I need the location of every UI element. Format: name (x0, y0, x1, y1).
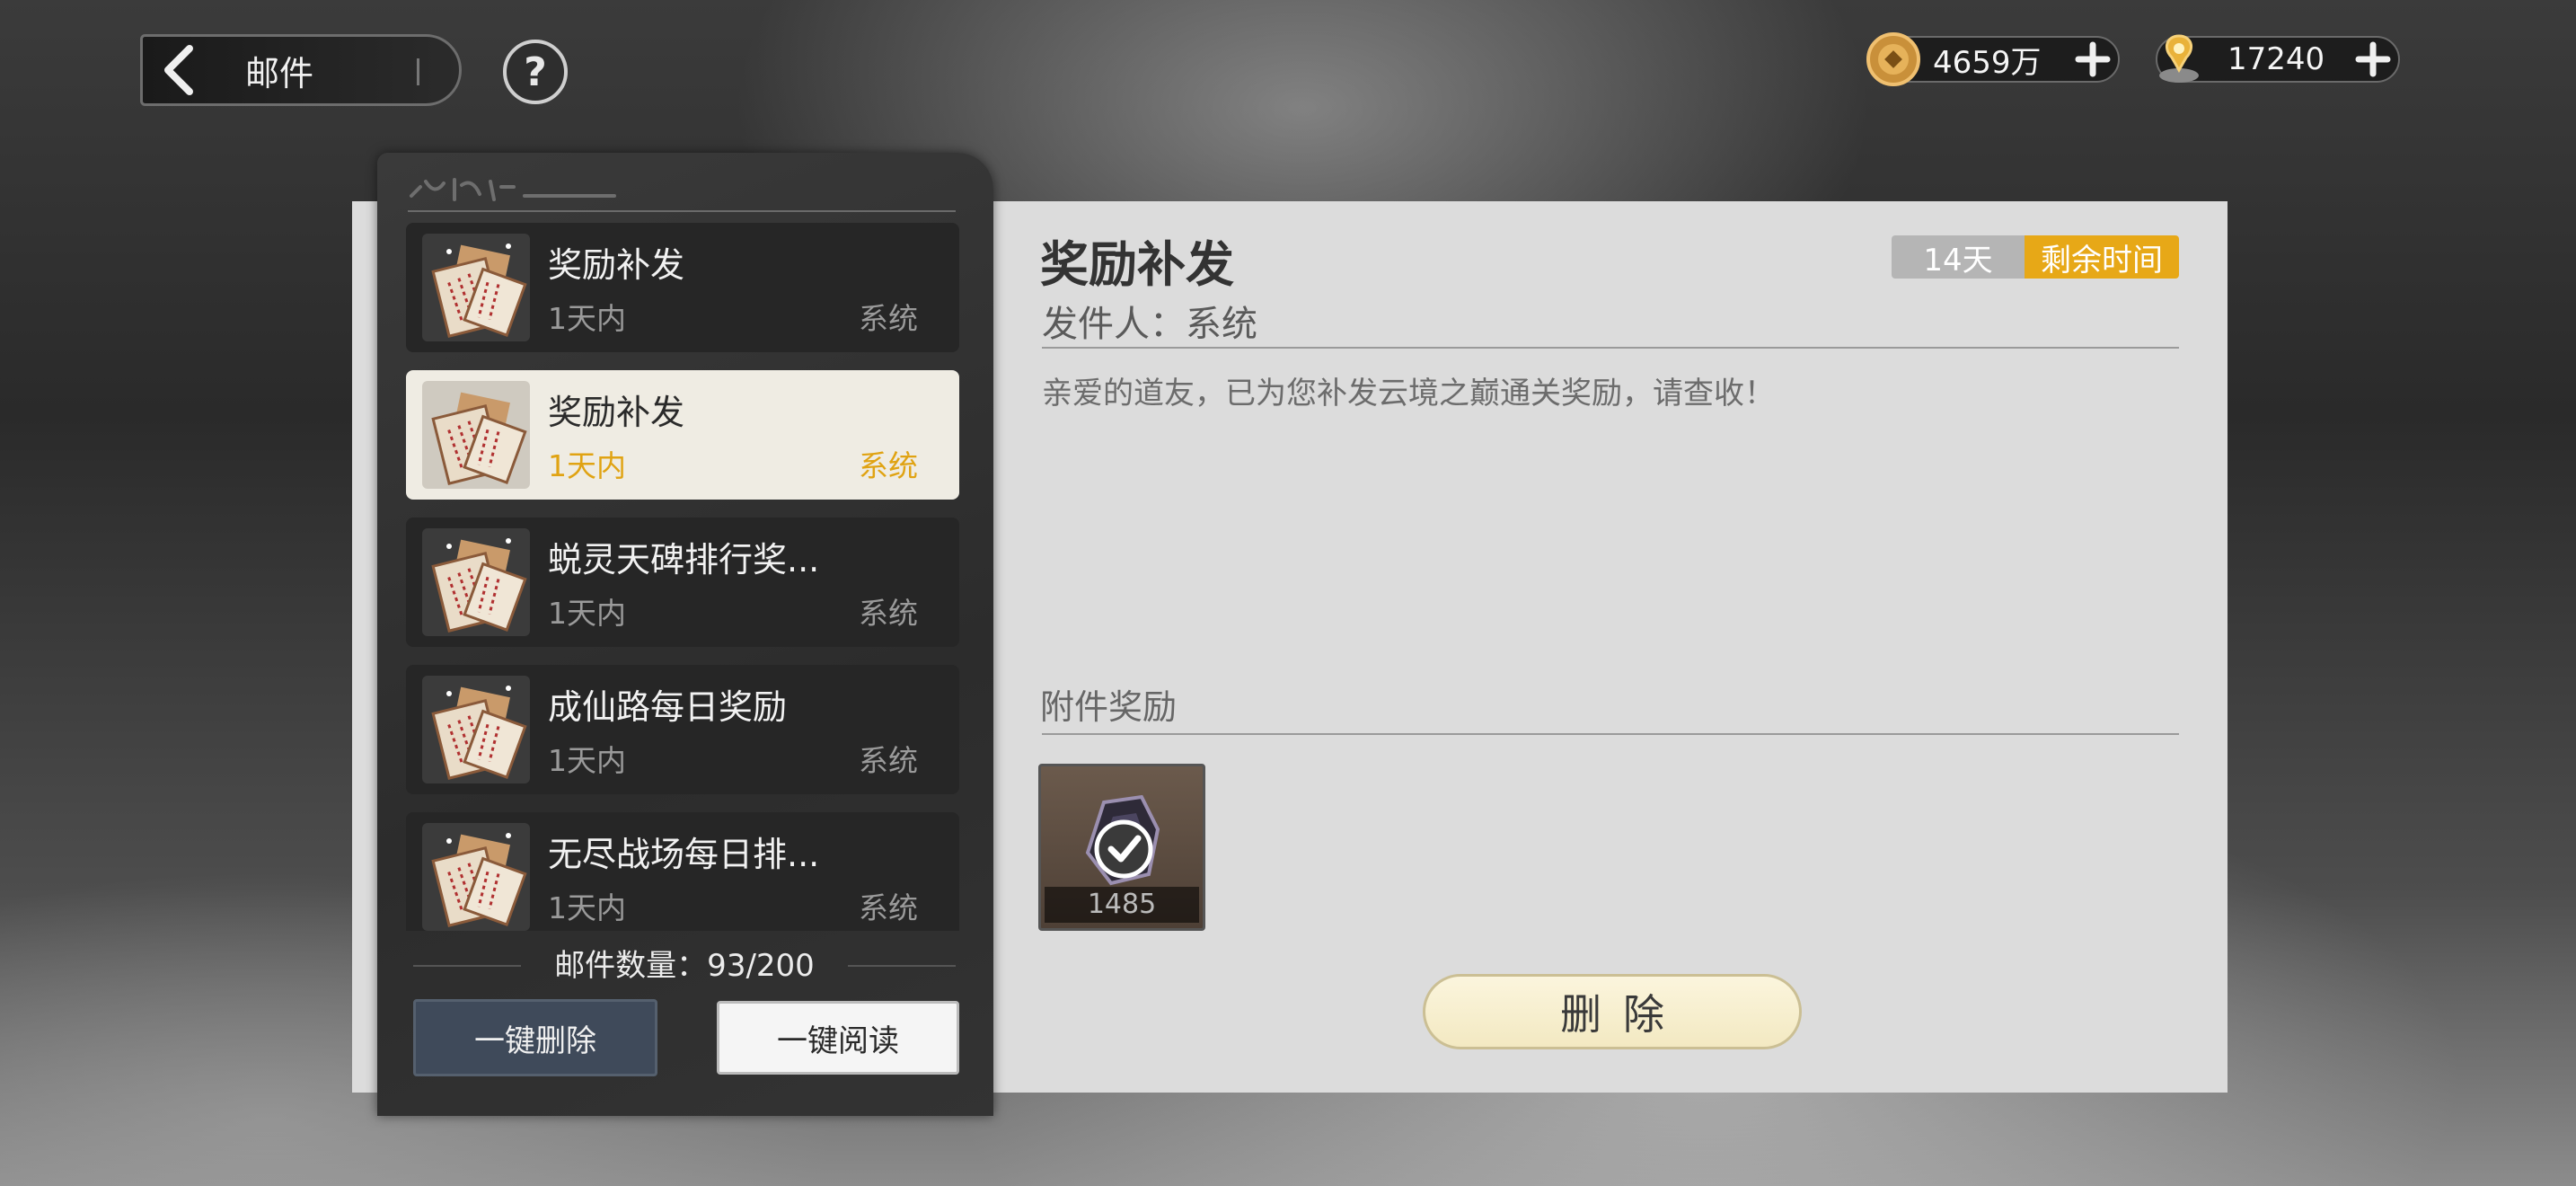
mail-detail-sender: 发件人：系统 (1042, 304, 1257, 345)
divider (1042, 347, 2179, 349)
mail-time: 1天内 (548, 890, 626, 925)
mail-letter-icon (422, 381, 530, 489)
add-spirit-stone-button[interactable] (2353, 40, 2393, 79)
mail-item-selected[interactable]: 奖励补发 1天内 系统 (406, 370, 959, 500)
attachment-item[interactable]: 1485 (1038, 764, 1205, 931)
mail-time: 1天内 (548, 448, 626, 483)
mail-count: 邮件数量：93/200 (413, 943, 956, 988)
read-all-button[interactable]: 一键阅读 (717, 1001, 959, 1075)
mail-sender: 系统 (859, 890, 918, 925)
expire-label: 剩余时间 (2025, 235, 2179, 279)
delete-all-button[interactable]: 一键删除 (413, 999, 657, 1076)
mail-count-text: 邮件数量：93/200 (554, 948, 815, 984)
question-mark-icon: ? (524, 49, 547, 95)
mail-item[interactable]: 无尽战场每日排... 1天内 系统 (406, 812, 959, 931)
mail-title: 蜕灵天碑排行奖... (548, 540, 820, 580)
attachments-title: 附件奖励 (1040, 687, 1178, 727)
mail-letter-icon (422, 676, 530, 783)
mail-letter-icon (422, 528, 530, 636)
back-button[interactable]: 邮件 (140, 34, 462, 106)
help-button[interactable]: ? (503, 40, 568, 104)
mail-sender: 系统 (859, 301, 918, 336)
expire-days: 14天 (1892, 235, 2025, 279)
expire-badge: 14天 剩余时间 (1892, 235, 2179, 279)
spirit-stone-icon (2150, 31, 2208, 88)
mail-title: 无尽战场每日排... (548, 835, 820, 874)
mail-item[interactable]: 蜕灵天碑排行奖... 1天内 系统 (406, 518, 959, 647)
page-title: 邮件 (245, 53, 314, 93)
coin-icon (1865, 31, 1922, 88)
add-coin-button[interactable] (2073, 40, 2113, 79)
mail-detail-title: 奖励补发 (1040, 236, 1234, 293)
currency-coin: 4659万 (1866, 32, 2120, 86)
list-header-decoration (408, 169, 965, 214)
divider (1042, 733, 2179, 735)
mail-sender: 系统 (859, 743, 918, 778)
mail-list-panel: 奖励补发 1天内 系统 奖励补发 1天内 系统 蜕灵天碑排行奖... 1天内 系… (377, 153, 993, 1116)
mail-detail-body: 亲爱的道友，已为您补发云境之巅通关奖励，请查收！ (1042, 376, 1775, 412)
chevron-left-icon (143, 45, 215, 95)
divider (417, 58, 419, 85)
divider (413, 965, 521, 967)
mail-title: 奖励补发 (548, 393, 685, 432)
currency-spirit-stone: 17240 (2156, 34, 2400, 83)
spirit-stone-amount: 17240 (2228, 41, 2325, 77)
mail-letter-icon (422, 234, 530, 341)
mail-sender: 系统 (859, 448, 918, 483)
delete-button[interactable]: 删除 (1423, 974, 1802, 1049)
mail-letter-icon (422, 823, 530, 931)
mail-title: 成仙路每日奖励 (548, 687, 788, 727)
mail-time: 1天内 (548, 743, 626, 778)
mail-title: 奖励补发 (548, 245, 685, 285)
mail-time: 1天内 (548, 301, 626, 336)
mail-item[interactable]: 成仙路每日奖励 1天内 系统 (406, 665, 959, 794)
mail-item[interactable]: 奖励补发 1天内 系统 (406, 223, 959, 352)
mail-time: 1天内 (548, 596, 626, 631)
divider (848, 965, 956, 967)
attachment-quantity: 1485 (1045, 887, 1199, 923)
coin-amount: 4659万 (1933, 44, 2042, 81)
mail-sender: 系统 (859, 596, 918, 631)
